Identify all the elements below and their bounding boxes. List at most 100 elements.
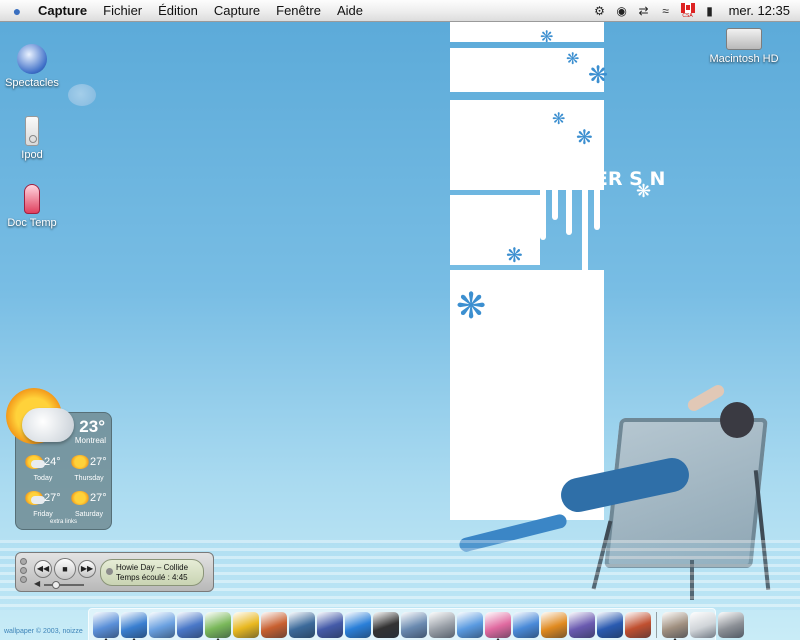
stop-button[interactable]: ■ <box>54 558 76 580</box>
wallpaper-drip <box>540 190 546 240</box>
speaker-icon: ◀ <box>34 579 41 588</box>
dock-tools-icon[interactable] <box>625 611 651 638</box>
minimize-button[interactable] <box>20 567 27 574</box>
snowflake-decoration: ❋ <box>636 181 652 201</box>
script-icon[interactable]: ◉ <box>611 0 633 22</box>
apple-icon[interactable]: ● <box>4 3 30 19</box>
close-button[interactable] <box>20 558 27 565</box>
next-track-button[interactable]: ▶▶ <box>78 560 96 578</box>
wifi-icon[interactable]: ≈ <box>655 0 677 22</box>
weather-forecast-today: 24° Today <box>20 453 66 489</box>
menu-clock[interactable]: mer. 12:35 <box>721 3 800 18</box>
menu-aide[interactable]: Aide <box>329 0 371 22</box>
snowflake-decoration: ❋ <box>552 111 566 128</box>
previous-track-button[interactable]: ◀◀ <box>34 560 52 578</box>
dock-clapper-icon[interactable] <box>373 611 399 638</box>
volume-track <box>44 584 84 586</box>
snowflake-decoration: ❋ <box>506 245 523 267</box>
weather-extra-links[interactable]: extra links <box>16 519 111 525</box>
partly-cloudy-icon <box>25 455 45 469</box>
itunes-mini-player: ◀◀ ■ ▶▶ ◀ Howie Day – Collide Temps écou… <box>15 552 214 592</box>
forecast-day: Today <box>33 475 53 482</box>
menu-bar: ● Capture Fichier Édition Capture Fenêtr… <box>0 0 800 22</box>
menu-fenetre[interactable]: Fenêtre <box>268 0 329 22</box>
doc-temp-icon <box>24 184 40 214</box>
vpn-icon[interactable]: ⇄ <box>633 0 655 22</box>
dock-app-pink-icon[interactable] <box>485 611 511 640</box>
partly-cloudy-icon <box>25 491 45 505</box>
snowflake-decoration: ❋ <box>588 62 609 89</box>
forecast-day: Saturday <box>74 511 104 518</box>
wallpaper-band <box>450 22 604 42</box>
menu-extras: ⚙ ◉ ⇄ ≈ CSA ▮ mer. 12:35 <box>589 0 800 22</box>
forecast-temp: 27° <box>90 492 107 504</box>
dock-screenshot-icon[interactable] <box>401 611 427 638</box>
flag-caption: CSA <box>682 12 693 19</box>
dock-caution-icon[interactable] <box>233 611 259 638</box>
volume-knob[interactable] <box>52 581 60 589</box>
weather-forecast-thursday: 27° Thursday <box>66 453 112 489</box>
stop-icon: ■ <box>62 564 68 574</box>
now-playing-display: Howie Day – Collide Temps écoulé : 4:45 <box>100 559 204 586</box>
hard-drive-icon <box>726 28 762 50</box>
desktop-icon-ipod[interactable]: Ipod <box>0 116 72 161</box>
volume-slider[interactable]: ◀ <box>34 579 92 589</box>
dock-home-icon[interactable] <box>261 611 287 638</box>
window-controls <box>20 558 28 585</box>
elapsed-time: Temps écoulé : 4:45 <box>116 573 188 582</box>
sunny-icon <box>71 455 89 469</box>
zoom-button[interactable] <box>20 576 27 583</box>
snowflake-decoration: ❋ <box>456 285 487 326</box>
menu-capture[interactable]: Capture <box>206 0 268 22</box>
dock-preview-icon[interactable] <box>177 611 203 638</box>
forecast-day: Thursday <box>74 475 104 482</box>
previous-icon: ◀◀ <box>36 564 50 573</box>
dock-itunes-icon[interactable] <box>205 611 231 640</box>
menu-edition[interactable]: Édition <box>150 0 206 22</box>
dock-system-icon[interactable] <box>429 611 455 638</box>
desktop-icon-label: Ipod <box>21 149 43 161</box>
dock-trash-icon[interactable] <box>718 611 744 638</box>
dock-orange-face-icon[interactable] <box>541 611 567 638</box>
dock-shield-icon[interactable] <box>569 611 595 638</box>
desktop-icon-label: Doc Temp <box>7 217 57 229</box>
canada-flag-icon[interactable]: CSA <box>677 0 699 22</box>
forecast-temp: 24° <box>44 456 61 468</box>
gear-icon[interactable]: ⚙ <box>589 0 611 22</box>
wallpaper-figure-arm <box>685 382 727 414</box>
track-title: Howie Day – Collide <box>116 563 189 572</box>
dock-messenger-icon[interactable] <box>457 611 483 638</box>
desktop-icon-doc-temp[interactable]: Doc Temp <box>0 184 72 229</box>
forecast-temp: 27° <box>90 456 107 468</box>
next-icon: ▶▶ <box>80 564 94 573</box>
dock <box>88 608 744 640</box>
desktop-icon-label: Macintosh HD <box>709 53 779 65</box>
desktop-icon-spectacles[interactable]: Spectacles <box>0 44 72 89</box>
dock-eye-icon[interactable] <box>289 611 315 638</box>
apple-icon <box>106 568 113 575</box>
weather-city: Montreal <box>74 436 106 445</box>
snowflake-decoration: ❋ <box>566 51 580 68</box>
dock-word-icon[interactable] <box>513 611 539 638</box>
wallpaper-drip <box>566 190 572 235</box>
cloud-icon <box>22 408 74 442</box>
dock-imovie-icon[interactable] <box>317 611 343 638</box>
dock-ring-icon[interactable] <box>597 611 623 638</box>
dock-quicktime-icon[interactable] <box>345 611 371 638</box>
spectacles-icon <box>17 44 47 74</box>
desktop-icon-macintosh-hd[interactable]: Macintosh HD <box>704 24 784 65</box>
wallpaper-credit: wallpaper © 2003, noizze <box>4 628 83 635</box>
wallpaper-figure-head <box>720 402 754 438</box>
dock-document-icon[interactable] <box>690 611 716 638</box>
sunny-icon <box>71 491 89 505</box>
wallpaper-band <box>450 48 604 92</box>
wallpaper-band <box>450 195 540 265</box>
menu-fichier[interactable]: Fichier <box>95 0 150 22</box>
dock-finder-icon[interactable] <box>93 611 119 640</box>
battery-icon[interactable]: ▮ <box>699 0 721 22</box>
dock-separator <box>656 611 657 638</box>
menu-app-capture[interactable]: Capture <box>30 0 95 22</box>
dock-mail-icon[interactable] <box>149 611 175 638</box>
dock-safari-icon[interactable] <box>121 611 147 640</box>
dock-script-icon[interactable] <box>662 611 688 640</box>
